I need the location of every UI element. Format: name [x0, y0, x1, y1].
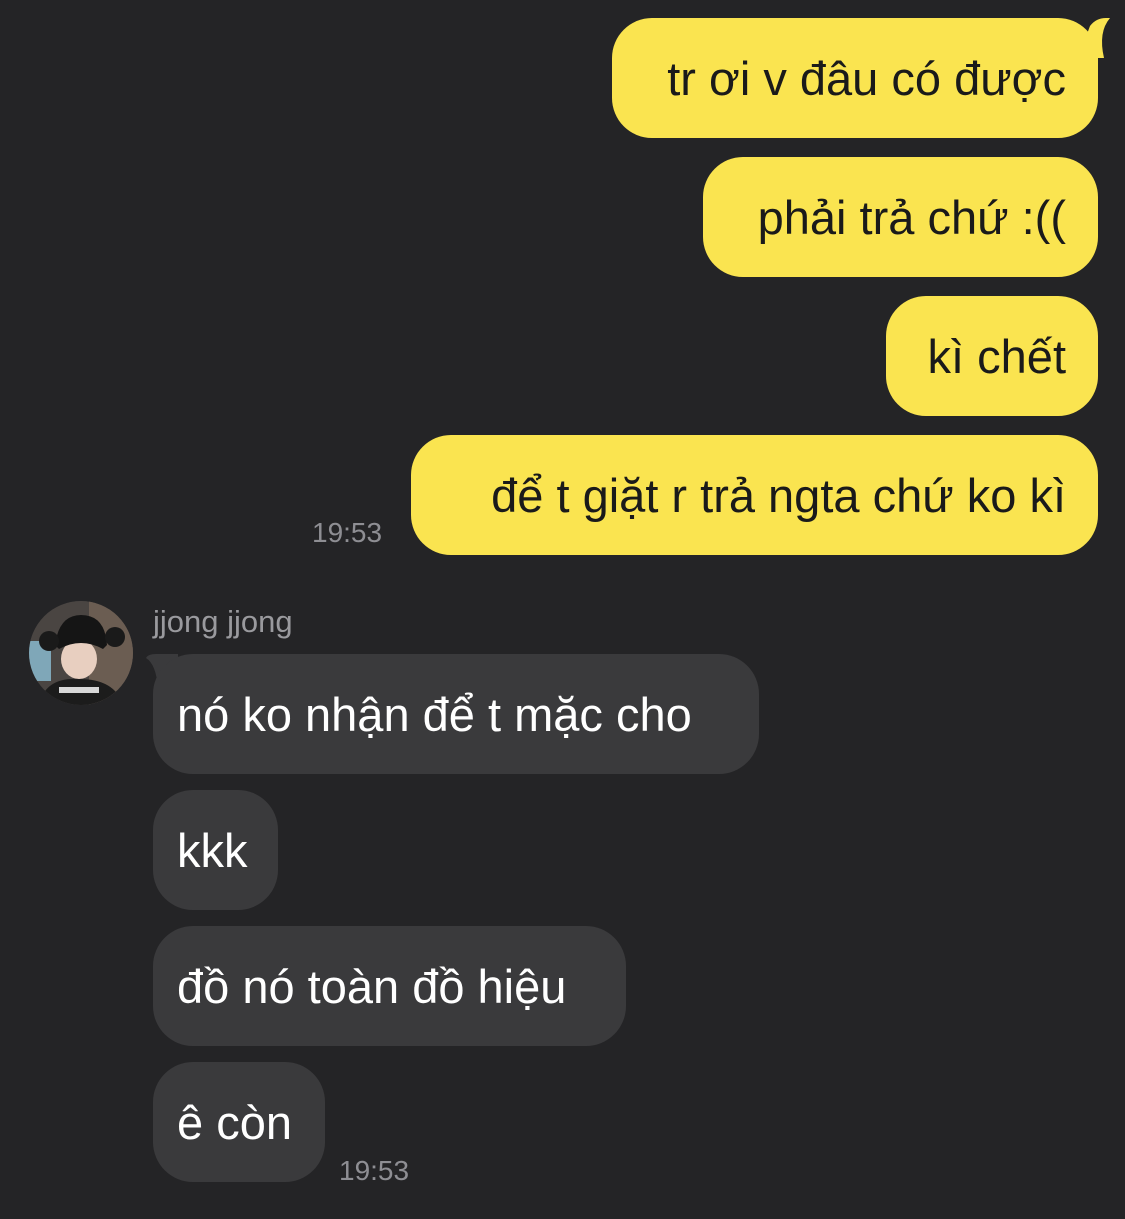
avatar-photo-icon: [29, 601, 133, 705]
incoming-message[interactable]: đồ nó toàn đồ hiệu: [153, 926, 626, 1046]
incoming-timestamp: 19:53: [339, 1155, 410, 1186]
message-text: kkk: [177, 823, 248, 877]
incoming-message[interactable]: ê còn: [153, 1062, 325, 1182]
incoming-message[interactable]: kkk: [153, 790, 278, 910]
message-text: kì chết: [927, 329, 1066, 383]
sender-avatar[interactable]: [29, 601, 133, 705]
message-text: nó ko nhận để t mặc cho: [177, 687, 692, 741]
message-text: tr ơi v đâu có được: [667, 51, 1066, 105]
message-text: ê còn: [177, 1095, 292, 1149]
message-text: phải trả chứ :((: [757, 190, 1066, 244]
outgoing-message[interactable]: kì chết: [886, 296, 1098, 416]
message-text: để t giặt r trả ngta chứ ko kì: [491, 468, 1066, 522]
message-text: đồ nó toàn đồ hiệu: [177, 959, 567, 1013]
outgoing-message[interactable]: tr ơi v đâu có được: [612, 18, 1098, 138]
outgoing-message[interactable]: để t giặt r trả ngta chứ ko kì: [411, 435, 1098, 555]
outgoing-timestamp: 19:53: [312, 517, 383, 548]
incoming-message[interactable]: nó ko nhận để t mặc cho: [153, 654, 759, 774]
outgoing-message[interactable]: phải trả chứ :((: [703, 157, 1098, 277]
sender-name: jjong jjong: [153, 604, 293, 639]
